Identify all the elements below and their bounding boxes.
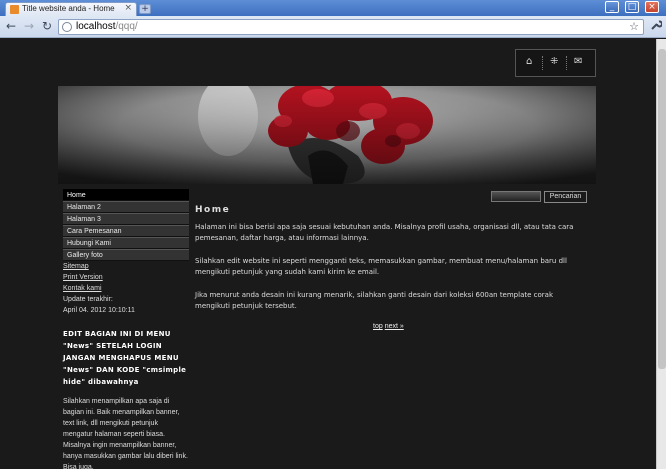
page-title: Home bbox=[195, 205, 231, 215]
maximize-button[interactable]: □ bbox=[625, 1, 639, 13]
search-input[interactable] bbox=[491, 191, 541, 202]
favicon-icon bbox=[10, 5, 19, 14]
next-link[interactable]: next » bbox=[385, 323, 404, 330]
menu-item-halaman-3[interactable]: Halaman 3 bbox=[63, 213, 189, 225]
top-link[interactable]: top bbox=[373, 323, 383, 330]
pager: top next » bbox=[373, 323, 404, 330]
home-icon[interactable]: ⌂ bbox=[526, 56, 532, 67]
content-paragraph-2: Silahkan edit website ini seperti mengga… bbox=[195, 257, 567, 276]
scrollbar-thumb[interactable] bbox=[658, 49, 666, 369]
reload-icon[interactable]: ↻ bbox=[40, 19, 54, 33]
kontak-kami-link[interactable]: Kontak kami bbox=[63, 283, 189, 294]
news-heading: EDIT BAGIAN INI DI MENU "News" SETELAH L… bbox=[63, 330, 187, 386]
back-icon[interactable]: ← bbox=[4, 19, 18, 33]
menu-item-gallery-foto[interactable]: Gallery foto bbox=[63, 249, 189, 261]
content-paragraph-3: Jika menurut anda desain ini kurang mena… bbox=[195, 291, 553, 310]
forward-icon[interactable]: → bbox=[22, 19, 36, 33]
content-paragraph-1: Halaman ini bisa berisi apa saja sesuai … bbox=[195, 223, 574, 242]
browser-toolbar: ← → ↻ localhost/qqq/ ☆ bbox=[0, 16, 666, 38]
browser-titlebar: Title website anda - Home × + _ □ × bbox=[0, 0, 666, 16]
mail-icon[interactable]: ✉ bbox=[574, 56, 582, 67]
vertical-scrollbar[interactable] bbox=[656, 39, 666, 469]
close-window-button[interactable]: × bbox=[645, 1, 659, 13]
new-tab-button[interactable]: + bbox=[139, 4, 151, 14]
top-icon-bar: ⌂ ⁜ ✉ bbox=[515, 49, 596, 77]
minimize-button[interactable]: _ bbox=[605, 1, 619, 13]
print-version-link[interactable]: Print Version bbox=[63, 272, 189, 283]
menu-item-hubungi-kami[interactable]: Hubungi Kami bbox=[63, 237, 189, 249]
sitemap-link[interactable]: Sitemap bbox=[63, 261, 189, 272]
browser-tab[interactable]: Title website anda - Home × bbox=[5, 2, 137, 16]
url-text: localhost/qqq/ bbox=[76, 21, 138, 32]
update-value: April 04. 2012 10:10:11 bbox=[63, 307, 135, 314]
wrench-menu-icon[interactable] bbox=[650, 19, 663, 34]
menu-item-home[interactable]: Home bbox=[63, 189, 189, 201]
address-bar[interactable]: localhost/qqq/ ☆ bbox=[58, 19, 644, 35]
header-banner bbox=[58, 86, 596, 184]
search-button[interactable]: Pencarian bbox=[544, 191, 587, 203]
tab-title: Title website anda - Home bbox=[22, 4, 115, 13]
globe-icon bbox=[62, 22, 72, 32]
menu-item-cara-pemesanan[interactable]: Cara Pemesanan bbox=[63, 225, 189, 237]
bookmark-star-icon[interactable]: ☆ bbox=[629, 20, 639, 33]
sitemap-icon[interactable]: ⁜ bbox=[550, 56, 558, 67]
left-sidebar: Home Halaman 2 Halaman 3 Cara Pemesanan … bbox=[63, 189, 189, 469]
news-paragraph: Silahkan menampilkan apa saja di bagian … bbox=[63, 398, 188, 469]
update-label: Update terakhir: bbox=[63, 296, 113, 303]
tab-close-icon[interactable]: × bbox=[124, 3, 132, 13]
menu-item-halaman-2[interactable]: Halaman 2 bbox=[63, 201, 189, 213]
